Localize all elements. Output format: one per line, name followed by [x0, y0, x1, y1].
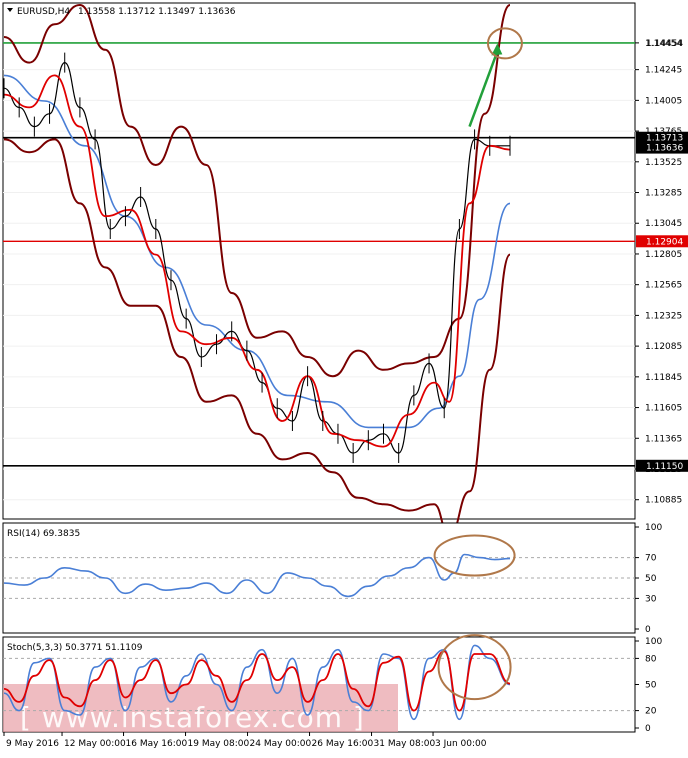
price-axis-tick-label: 1.13285 — [645, 189, 682, 199]
stochastic-panel[interactable]: [ www.instaforex.com ] Stoch(5,3,3) 50.3… — [2, 634, 636, 734]
time-tick-label: 26 May 16:00 — [312, 739, 374, 749]
time-tick-label: 3 Jun 00:00 — [435, 739, 487, 749]
rsi-panel[interactable]: RSI(14) 69.3835 — [2, 522, 636, 634]
price-axis-tick-label: 1.11845 — [645, 373, 682, 383]
rsi-axis-tick-label: 50 — [645, 574, 657, 584]
price-axis-tick-label: 1.13045 — [645, 219, 682, 229]
time-tick-label: 24 May 00:00 — [250, 739, 312, 749]
rsi-axis-tick-label: 0 — [645, 625, 651, 635]
price-axis-tick-label: 1.12085 — [645, 342, 682, 352]
rsi-axis-tick-label: 70 — [645, 554, 657, 564]
price-axis-tick-label: 1.14245 — [645, 66, 682, 76]
mid-price-label: 1.12904 — [646, 237, 683, 247]
price-axis-tick-label: 1.10885 — [645, 496, 682, 506]
time-tick-label: 19 May 08:00 — [188, 739, 250, 749]
price-axis-tick-label: 1.11365 — [645, 434, 682, 444]
price-axis-tick-label: 1.12805 — [645, 250, 682, 260]
price-axis-tick-label: 1.12325 — [645, 311, 682, 321]
ohlc-values: 1.13558 1.13712 1.13497 1.13636 — [78, 7, 236, 17]
stoch-axis-tick-label: 0 — [645, 724, 651, 734]
current-price-label: 1.13636 — [646, 144, 683, 154]
time-tick-label: 31 May 08:00 — [374, 739, 436, 749]
price-panel[interactable]: EURUSD,H4 1.13558 1.13712 1.13497 1.1363… — [2, 2, 636, 538]
rsi-axis-tick-label: 100 — [645, 523, 662, 533]
stoch-axis-tick-label: 50 — [645, 681, 657, 691]
stoch-axis-tick-label: 100 — [645, 637, 662, 647]
price-axis-tick-label: 1.14005 — [645, 96, 682, 106]
chart-window: EURUSD,H4 1.13558 1.13712 1.13497 1.1363… — [0, 0, 688, 754]
support-price-label: 1.11150 — [646, 462, 683, 472]
symbol-label: EURUSD,H4 — [17, 7, 70, 17]
stoch-axis-tick-label: 80 — [645, 654, 657, 664]
price-axis-tick-label: 1.11605 — [645, 404, 682, 414]
time-tick-label: 16 May 16:00 — [126, 739, 188, 749]
chart-canvas: EURUSD,H4 1.13558 1.13712 1.13497 1.1363… — [0, 0, 688, 754]
time-tick-label: 12 May 00:00 — [64, 739, 126, 749]
rsi-axis-tick-label: 30 — [645, 594, 657, 604]
rsi-title: RSI(14) 69.3835 — [7, 529, 80, 539]
time-tick-label: 9 May 2016 — [6, 739, 59, 749]
stoch-axis-tick-label: 20 — [645, 707, 657, 717]
stoch-title: Stoch(5,3,3) 50.3771 51.1109 — [7, 643, 143, 653]
price-axis-tick-label: 1.12565 — [645, 281, 682, 291]
target-price-label: 1.14454 — [646, 39, 683, 49]
price-axis-tick-label: 1.13525 — [645, 158, 682, 168]
